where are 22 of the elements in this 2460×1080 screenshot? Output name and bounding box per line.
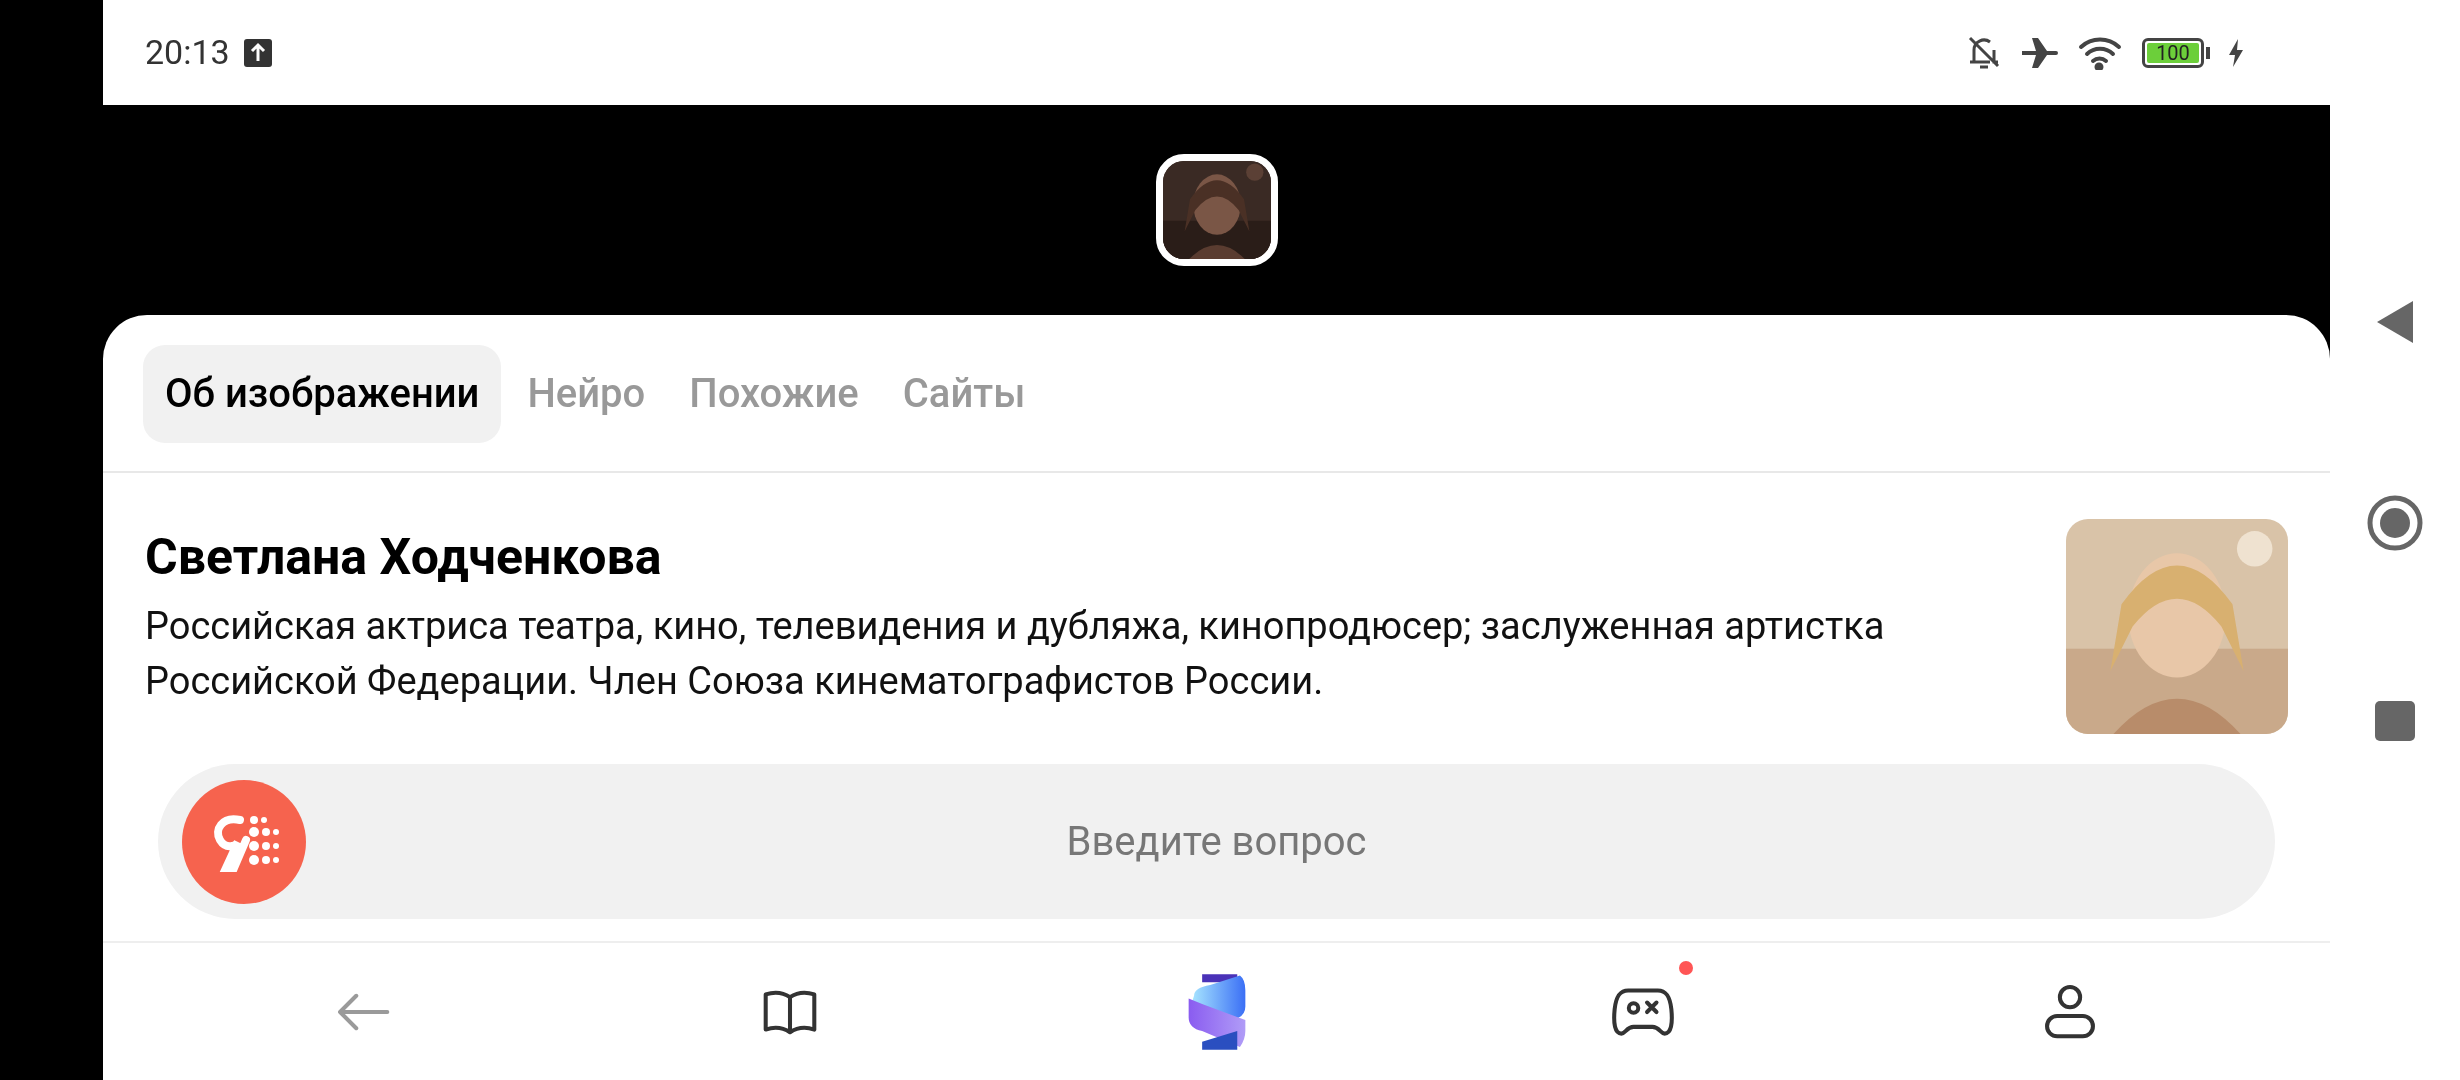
entity-title: Светлана Ходченкова <box>145 527 663 588</box>
home-circle-icon[interactable] <box>2367 495 2423 551</box>
airplane-icon <box>2020 35 2060 70</box>
question-placeholder: Введите вопрос <box>1065 816 1368 867</box>
back-arrow-icon[interactable] <box>336 991 390 1032</box>
charging-icon <box>2228 38 2244 67</box>
status-time: 20:13 <box>145 31 230 74</box>
question-field[interactable]: Введите вопрос <box>158 764 2275 919</box>
upload-icon <box>243 38 272 67</box>
entity-description: Российская актриса театра, кино, телевидения и дубляжа, кинопродюсер; заслуженная артистка Российской Федерации. Член Союза кинематографистов России. <box>145 603 1886 705</box>
book-icon[interactable] <box>762 988 817 1035</box>
assistant-logo-icon[interactable] <box>182 779 306 904</box>
tab[interactable]: Сайты <box>884 345 1044 443</box>
gamepad-icon[interactable] <box>1612 987 1675 1036</box>
battery-level: 100 <box>2147 42 2199 63</box>
tab[interactable]: Об изображении <box>143 345 502 443</box>
tab[interactable]: Похожие <box>671 345 877 443</box>
tab[interactable]: Нейро <box>509 345 664 443</box>
thumbnail[interactable] <box>1155 154 1278 266</box>
back-triangle-icon[interactable] <box>2375 299 2415 345</box>
profile-icon[interactable] <box>2044 983 2096 1040</box>
wifi-icon <box>2078 35 2124 70</box>
